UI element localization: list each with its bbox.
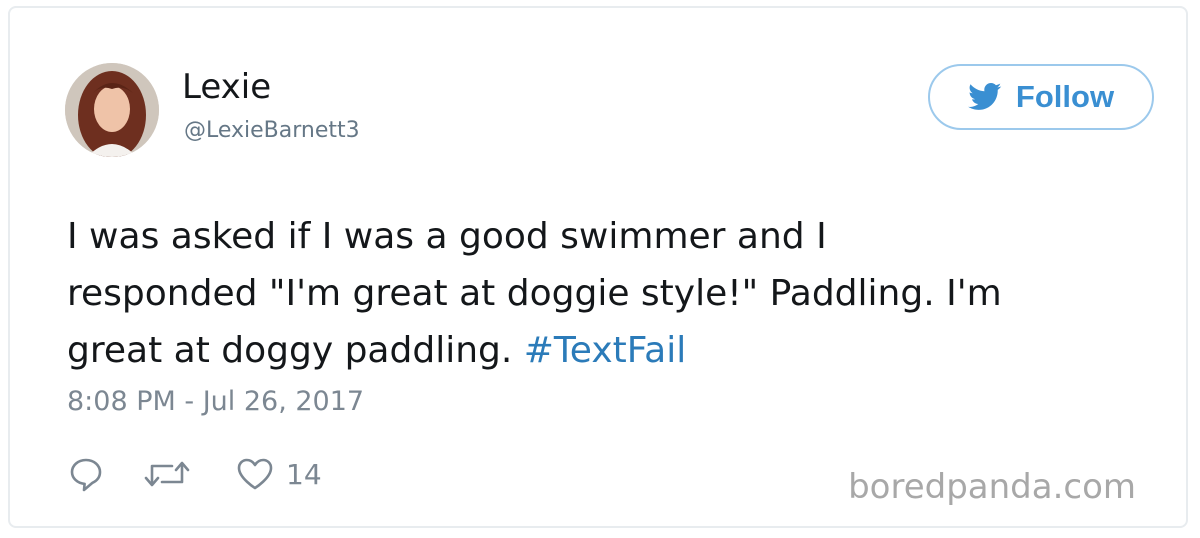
tweet-timestamp[interactable]: 8:08 PM - Jul 26, 2017: [67, 388, 364, 415]
avatar[interactable]: [65, 63, 159, 157]
tweet-text-line-1: I was asked if I was a good swimmer and …: [67, 216, 827, 257]
tweet-text-line-2: responded "I'm great at doggie style!" P…: [67, 273, 1002, 314]
hashtag-link[interactable]: #TextFail: [524, 330, 686, 371]
like-count: 14: [286, 457, 322, 491]
tweet-text-line-3: great at doggy paddling.: [67, 330, 513, 371]
author-name[interactable]: Lexie: [182, 70, 271, 104]
follow-button[interactable]: Follow: [928, 64, 1154, 130]
tweet-text: I was asked if I was a good swimmer and …: [67, 208, 1167, 379]
author-handle[interactable]: @LexieBarnett3: [184, 120, 360, 142]
tweet-actions: 14: [68, 456, 322, 492]
watermark: boredpanda.com: [848, 467, 1136, 507]
tweet-card: Lexie @LexieBarnett3 Follow I was asked …: [8, 6, 1188, 528]
retweet-icon[interactable]: [142, 456, 192, 492]
follow-label: Follow: [1015, 79, 1115, 114]
reply-icon[interactable]: [68, 456, 104, 492]
twitter-bird-icon: [968, 83, 1002, 111]
heart-icon[interactable]: [236, 457, 274, 491]
